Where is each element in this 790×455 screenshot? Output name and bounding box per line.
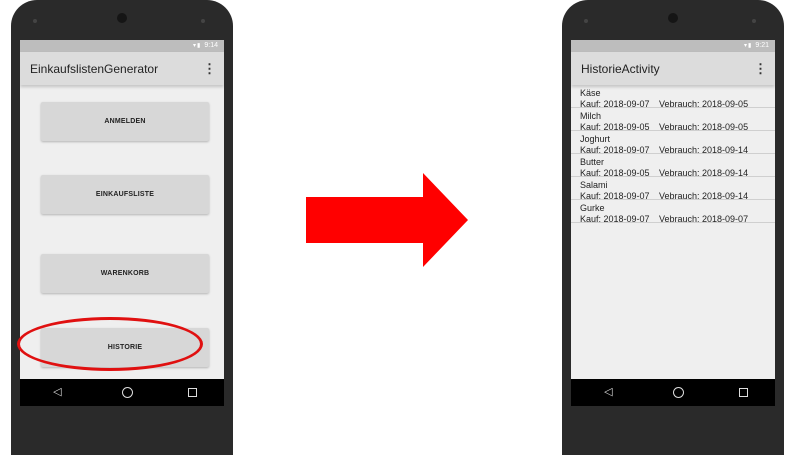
kauf-date: Kauf: 2018-09-07 (580, 145, 650, 155)
navigation-bar: ◁ (20, 379, 224, 406)
kauf-date: Kauf: 2018-09-07 (580, 191, 650, 201)
kauf-date: Kauf: 2018-09-05 (580, 122, 650, 132)
kauf-date: Kauf: 2018-09-07 (580, 214, 650, 224)
app-bar: EinkaufslistenGenerator ⋮ (20, 52, 224, 85)
right-phone: ▾▮ 9:21 HistorieActivity ⋮ Käse Kauf: 201… (562, 0, 784, 455)
app-title: HistorieActivity (581, 61, 660, 76)
item-name: Salami (580, 180, 608, 190)
earpiece (117, 13, 127, 23)
back-icon[interactable]: ◁ (598, 387, 618, 398)
list-item[interactable]: Salami Kauf: 2018-09-07 Vebrauch: 2018-09… (571, 177, 775, 201)
signal-battery-icon: ▾▮ (193, 43, 202, 49)
status-bar: ▾▮ 9:14 (20, 40, 224, 52)
home-icon[interactable] (672, 387, 684, 398)
item-name: Gurke (580, 203, 605, 213)
kauf-date: Kauf: 2018-09-05 (580, 168, 650, 178)
list-item[interactable]: Milch Kauf: 2018-09-05 Vebrauch: 2018-09-… (571, 108, 775, 132)
list-item[interactable]: Käse Kauf: 2018-09-07 Vebrauch: 2018-09-0… (571, 85, 775, 109)
right-screen: ▾▮ 9:21 HistorieActivity ⋮ Käse Kauf: 201… (571, 40, 775, 406)
app-bar: HistorieActivity ⋮ (571, 52, 775, 85)
item-name: Käse (580, 88, 601, 98)
arrow-shape (306, 173, 468, 267)
history-list: Käse Kauf: 2018-09-07 Vebrauch: 2018-09-0… (571, 85, 775, 224)
back-icon[interactable]: ◁ (47, 387, 67, 398)
verbrauch-date: Vebrauch: 2018-09-14 (659, 168, 749, 178)
warenkorb-button[interactable]: WARENKORB (41, 254, 209, 293)
navigation-bar: ◁ (571, 379, 775, 406)
list-item[interactable]: Joghurt Kauf: 2018-09-07 Vebrauch: 2018-0… (571, 131, 775, 155)
sensor-dot (584, 19, 588, 23)
verbrauch-date: Vebrauch: 2018-09-07 (659, 214, 749, 224)
einkaufsliste-button[interactable]: EINKAUFSLISTE (41, 175, 209, 214)
right-arrow-icon (306, 173, 468, 267)
sensor-dot (201, 19, 205, 23)
list-item[interactable]: Butter Kauf: 2018-09-05 Vebrauch: 2018-09… (571, 154, 775, 178)
app-title: EinkaufslistenGenerator (30, 61, 159, 76)
overflow-menu-icon[interactable]: ⋮ (754, 62, 767, 75)
left-phone: ▾▮ 9:14 EinkaufslistenGenerator ⋮ ANMELDE… (11, 0, 233, 455)
sensor-dot (33, 19, 37, 23)
historie-highlight-ellipse (17, 317, 203, 371)
signal-battery-icon: ▾▮ (744, 43, 753, 49)
recent-apps-icon[interactable] (187, 388, 197, 397)
verbrauch-date: Vebrauch: 2018-09-05 (659, 99, 749, 109)
verbrauch-date: Vebrauch: 2018-09-14 (659, 145, 749, 155)
earpiece (668, 13, 678, 23)
list-item[interactable]: Gurke Kauf: 2018-09-07 Vebrauch: 2018-09-… (571, 200, 775, 224)
recent-apps-icon[interactable] (738, 388, 748, 397)
kauf-date: Kauf: 2018-09-07 (580, 99, 650, 109)
verbrauch-date: Vebrauch: 2018-09-14 (659, 191, 749, 201)
verbrauch-date: Vebrauch: 2018-09-05 (659, 122, 749, 132)
home-icon[interactable] (121, 387, 133, 398)
sensor-dot (752, 19, 756, 23)
item-name: Milch (580, 111, 602, 121)
item-name: Butter (580, 157, 605, 167)
anmelden-button[interactable]: ANMELDEN (41, 102, 209, 141)
item-name: Joghurt (580, 134, 611, 144)
status-time: 9:14 (204, 42, 218, 49)
status-bar: ▾▮ 9:21 (571, 40, 775, 52)
overflow-menu-icon[interactable]: ⋮ (203, 62, 216, 75)
status-time: 9:21 (755, 42, 769, 49)
